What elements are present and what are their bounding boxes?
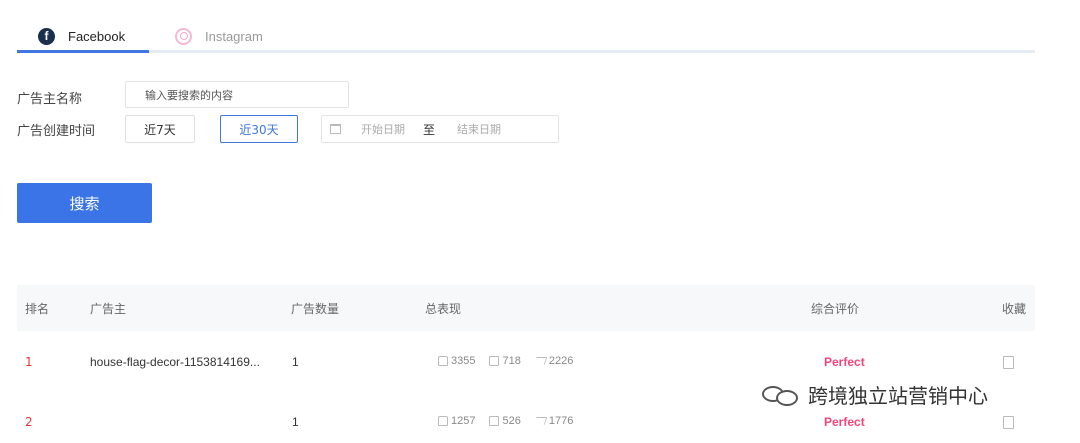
range-7-days-button[interactable]: 近7天 — [125, 115, 195, 143]
instagram-icon — [175, 27, 192, 45]
shares-count: 1776 — [548, 415, 574, 427]
share-icon — [533, 357, 548, 365]
comments-count: 718 — [502, 355, 521, 367]
column-favorite: 收藏 — [1002, 302, 1027, 316]
range-30-days-button[interactable]: 近30天 — [220, 115, 298, 143]
share-icon — [533, 417, 548, 425]
row-rank: 1 — [25, 355, 33, 369]
likes-count: 1257 — [451, 415, 476, 427]
tab-instagram-label: Instagram — [205, 28, 263, 44]
tab-facebook-label: Facebook — [68, 28, 126, 44]
table-row: 2 1 1257 526 1776 Perfect — [17, 413, 1035, 433]
tabs-underline — [17, 50, 1035, 53]
watermark-text: 跨境独立站营销中心 — [808, 384, 988, 408]
table-header: 排名 广告主 广告数量 总表现 综合评价 收藏 — [17, 285, 1035, 331]
search-button[interactable]: 搜索 — [17, 183, 152, 223]
date-range-picker[interactable]: 开始日期 至 结束日期 — [321, 115, 559, 143]
end-date-placeholder[interactable]: 结束日期 — [457, 121, 501, 137]
tab-instagram[interactable]: Instagram — [175, 26, 263, 46]
bookmark-icon[interactable] — [1003, 356, 1014, 369]
active-tab-indicator — [17, 50, 149, 53]
column-rank: 排名 — [25, 302, 50, 316]
facebook-icon: f — [38, 27, 55, 45]
column-ad-count: 广告数量 — [291, 302, 340, 316]
row-ad-count: 1 — [292, 355, 299, 369]
like-icon — [438, 356, 448, 366]
advertiser-search-input[interactable]: 输入要搜索的内容 — [125, 81, 349, 108]
row-performance: 1257 526 1776 — [438, 415, 587, 427]
start-date-placeholder[interactable]: 开始日期 — [361, 121, 405, 137]
shares-count: 2226 — [548, 355, 574, 367]
comment-icon — [489, 416, 500, 426]
row-rank: 2 — [25, 415, 33, 429]
platform-tabs: f Facebook Instagram — [17, 18, 1035, 54]
created-time-label: 广告创建时间 — [17, 124, 96, 139]
watermark: 跨境独立站营销中心 — [762, 380, 988, 409]
advertiser-search-placeholder: 输入要搜索的内容 — [145, 88, 233, 102]
comment-icon — [489, 356, 500, 366]
advertiser-name-label: 广告主名称 — [17, 92, 83, 107]
row-ad-count: 1 — [292, 415, 299, 429]
row-rating: Perfect — [824, 355, 865, 369]
column-advertiser: 广告主 — [90, 302, 127, 316]
row-rating: Perfect — [824, 415, 865, 429]
table-row: 1 house-flag-decor-1153814169... 1 3355 … — [17, 353, 1035, 373]
date-separator: 至 — [423, 122, 436, 137]
bookmark-icon[interactable] — [1003, 416, 1014, 429]
wechat-icon — [762, 382, 802, 408]
likes-count: 3355 — [451, 355, 476, 367]
like-icon — [438, 416, 448, 426]
row-advertiser[interactable]: house-flag-decor-1153814169... — [90, 355, 260, 369]
row-performance: 3355 718 2226 — [438, 355, 587, 367]
tab-facebook[interactable]: f Facebook — [38, 26, 125, 46]
comments-count: 526 — [502, 415, 521, 427]
column-rating: 综合评价 — [811, 302, 860, 316]
calendar-icon — [330, 124, 341, 134]
column-performance: 总表现 — [425, 302, 462, 316]
